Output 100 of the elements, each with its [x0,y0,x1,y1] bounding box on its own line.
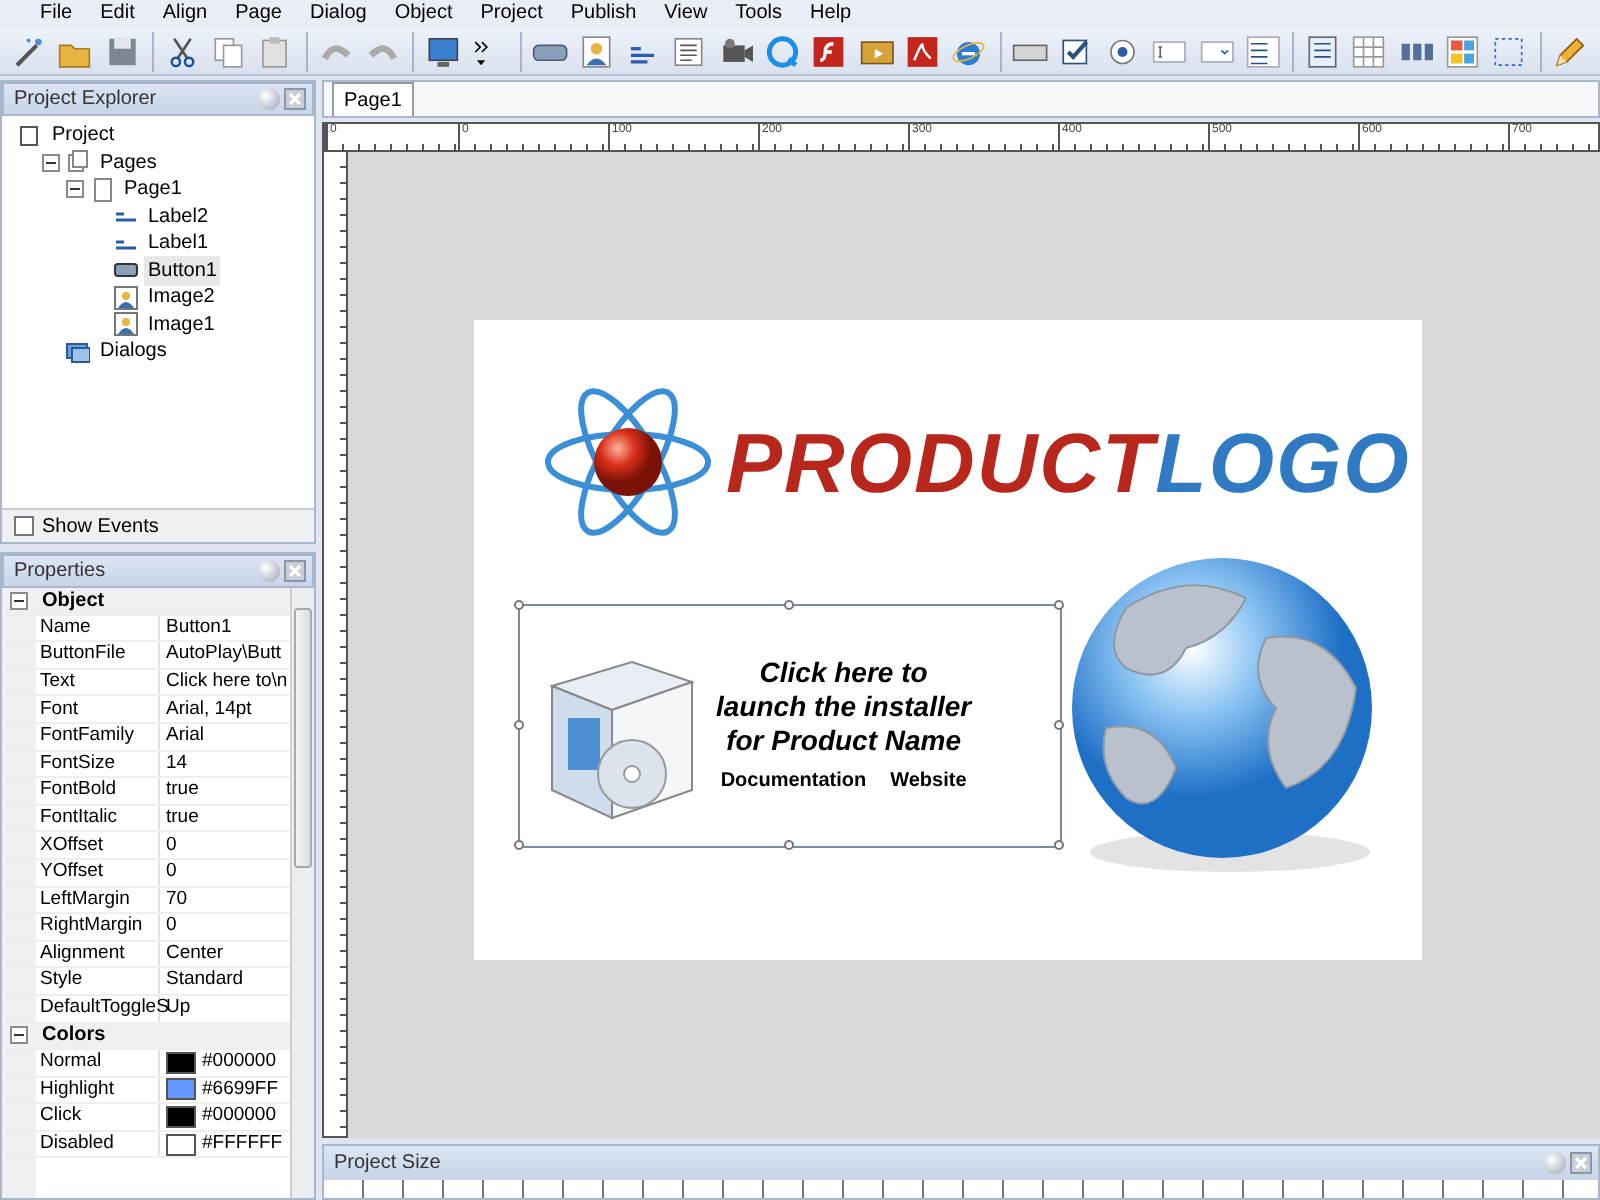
color-swatch[interactable] [166,1051,196,1074]
menu-item[interactable]: Publish [570,2,637,26]
installer-button[interactable]: Click here to launch the installer for Product Name Documentation Website [518,604,1062,848]
link[interactable]: Documentation [720,766,867,796]
collapse-toggle[interactable] [42,153,60,172]
link[interactable]: Website [890,766,967,796]
flash-icon[interactable] [812,31,848,71]
property-value[interactable]: 0 [166,858,177,887]
color-swatch[interactable] [166,1078,196,1101]
property-name: Click [36,1104,160,1130]
property-name: ButtonFile [36,642,160,668]
menu-item[interactable]: Page [235,2,282,26]
checkbox[interactable] [14,516,34,536]
selection-handle[interactable] [783,599,793,609]
menu-item[interactable]: File [40,2,73,26]
scrollbar[interactable] [290,588,314,1198]
tree-item[interactable]: Label1 [144,228,213,259]
property-name: Font [36,696,160,722]
property-value[interactable]: Arial [166,722,205,751]
scrollbar-thumb[interactable] [294,608,312,868]
selection-handle[interactable] [1053,719,1063,729]
selection-handle[interactable] [1053,599,1063,609]
selection-handle[interactable] [513,719,523,729]
collapse-toggle[interactable] [10,1026,28,1045]
property-name: Name [36,615,160,641]
property-name: FontBold [36,778,160,804]
property-name: Style [36,968,160,994]
property-name: FontSize [36,751,160,777]
tree-item[interactable]: Label2 [144,201,213,232]
menu-item[interactable]: Project [480,2,543,26]
color-swatch[interactable] [166,1106,196,1129]
property-value[interactable]: #FFFFFF [202,1130,283,1159]
menu-item[interactable]: Edit [100,2,135,26]
close-icon[interactable] [284,88,306,110]
person-picture-icon[interactable] [579,31,615,71]
property-value[interactable]: true [166,776,199,806]
property-value[interactable]: 70 [166,885,188,914]
button-shape-icon [114,258,138,283]
menu-item[interactable]: Align [162,2,208,26]
property-name: Disabled [36,1131,160,1157]
panel-title: Project Explorer [14,86,157,114]
property-value[interactable]: #6699FF [202,1075,279,1105]
tree-item[interactable]: Image2 [144,282,219,313]
tree-item[interactable]: Project [48,120,119,151]
property-value[interactable]: Center [166,939,224,969]
selection-handle[interactable] [783,839,793,849]
property-name: Highlight [36,1077,160,1103]
property-name: LeftMargin [36,887,160,913]
property-value[interactable]: AutoPlay\Butt [166,640,282,670]
dialogs-icon [66,339,90,364]
panel-title: Project Size [334,1150,441,1178]
tree-item[interactable]: Pages [96,147,161,178]
checkbox-label: Show Events [42,513,159,541]
property-name: Text [36,669,160,695]
close-icon[interactable] [284,560,306,582]
document-layout-icon[interactable] [1306,31,1341,71]
property-value[interactable]: #000000 [202,1048,276,1078]
grid-icon[interactable] [1352,31,1388,71]
tree-item[interactable]: Dialogs [96,336,171,367]
collapse-toggle[interactable] [10,591,28,610]
pages-icon [66,150,90,175]
list-box-icon[interactable] [1245,31,1281,71]
person-picture-icon [114,285,138,310]
collapse-toggle[interactable] [66,180,84,199]
tree-item[interactable]: Button1 [144,255,221,286]
property-value[interactable]: Button1 [166,613,232,643]
menu-item[interactable]: Dialog [309,2,367,26]
selection-handle[interactable] [513,599,523,609]
close-icon[interactable] [1570,1152,1592,1174]
menu-item[interactable]: Tools [735,2,783,26]
document-tab[interactable]: Page1 [332,82,414,116]
property-name: XOffset [36,832,160,858]
menu-item[interactable]: View [664,2,708,26]
page-icon [90,177,114,202]
menu-item[interactable]: Object [394,2,453,26]
selection-handle[interactable] [1053,839,1063,849]
pdf-icon[interactable] [905,31,941,71]
property-value[interactable]: Click here to\n [166,667,288,697]
tree-item[interactable]: Page1 [120,174,186,205]
property-value[interactable]: 0 [166,912,177,942]
property-value[interactable]: #000000 [202,1102,276,1132]
tiles-icon[interactable] [1446,31,1481,71]
tree-item[interactable]: Image1 [144,309,219,340]
property-name: Normal [36,1050,160,1076]
q-circle-icon[interactable] [766,31,801,71]
property-value[interactable]: true [166,803,199,833]
logo-text: PRODUCTLOGO [726,413,1411,513]
property-value[interactable]: Standard [166,966,244,996]
color-swatch[interactable] [166,1133,196,1156]
property-name: RightMargin [36,914,160,940]
property-value[interactable]: Arial, 14pt [166,695,252,724]
project-icon [18,123,42,148]
property-value[interactable]: Up [166,994,191,1023]
panel-title: Properties [14,558,106,586]
selection-handle[interactable] [513,839,523,849]
property-value[interactable]: 0 [166,831,177,860]
menu-item[interactable]: Help [810,2,852,26]
property-value[interactable]: 14 [166,749,188,778]
property-name: FontFamily [36,723,160,750]
installer-caption: Click here to launch the installer for Product Name [716,656,972,758]
